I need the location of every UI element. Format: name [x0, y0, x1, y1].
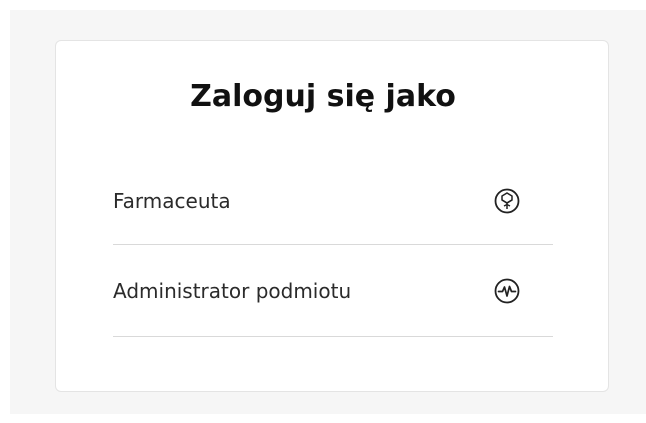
role-option-farmaceuta[interactable]: Farmaceuta	[113, 157, 553, 245]
page-title: Zaloguj się jako	[190, 79, 456, 114]
role-label: Farmaceuta	[113, 188, 231, 213]
role-list: Farmaceuta Administrator podmiotu	[113, 157, 553, 337]
role-label: Administrator podmiotu	[113, 278, 352, 303]
heartbeat-icon	[493, 277, 521, 305]
role-option-administrator-podmiotu[interactable]: Administrator podmiotu	[113, 245, 553, 337]
pharmacy-symbol-icon	[493, 187, 521, 215]
